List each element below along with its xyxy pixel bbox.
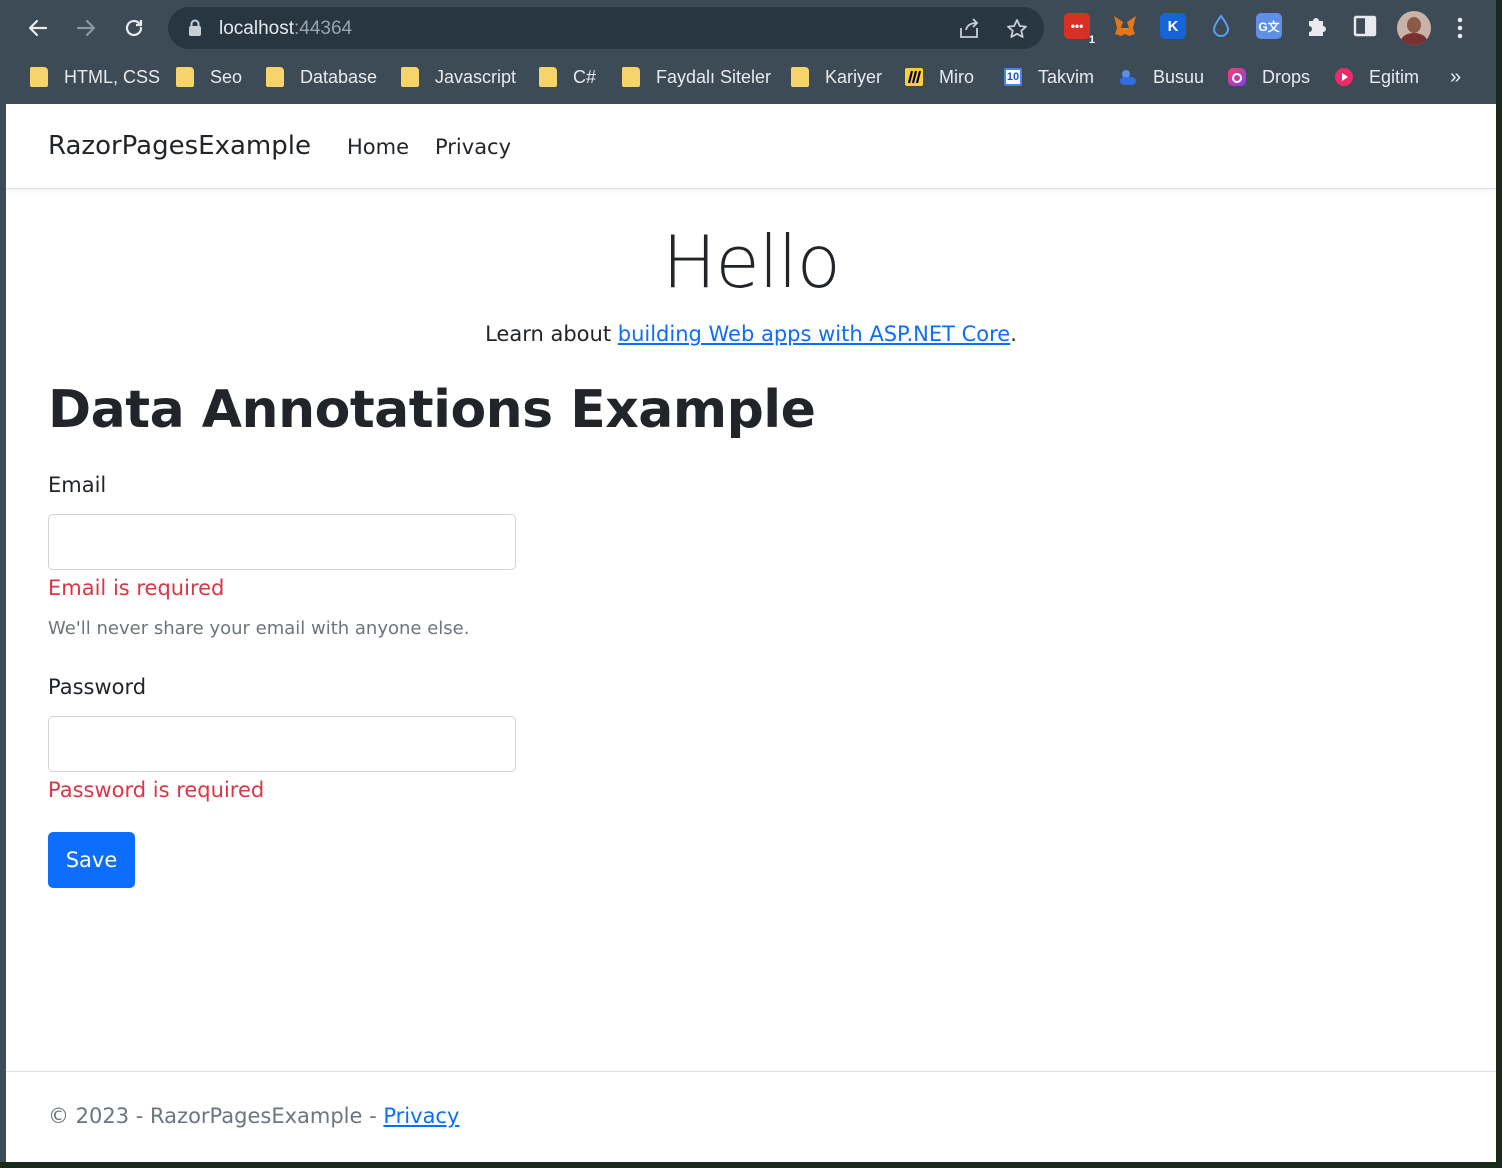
- calendar-icon: 10: [1004, 68, 1022, 86]
- extension-todo-icon[interactable]: ••• 1: [1064, 13, 1095, 46]
- drops-icon: [1228, 68, 1246, 86]
- bookmarks-overflow-icon[interactable]: »: [1450, 66, 1461, 89]
- busuu-icon: [1119, 68, 1137, 86]
- email-error: Email is required: [48, 576, 225, 600]
- bookmark-item[interactable]: Faydalı Siteler: [622, 63, 771, 91]
- share-icon[interactable]: [956, 16, 982, 42]
- nav-link-privacy[interactable]: Privacy: [435, 135, 511, 159]
- nav-link-home[interactable]: Home: [347, 135, 409, 159]
- profile-avatar[interactable]: [1397, 11, 1431, 45]
- forward-icon[interactable]: [70, 12, 102, 44]
- browser-window: localhost:44364 ••• 1 K G文 HTML, CSS Seo…: [0, 0, 1496, 1162]
- hero-title: Hello: [662, 220, 841, 304]
- bookmarks-bar: HTML, CSS Seo Database Javascript C# Fay…: [0, 56, 1496, 98]
- bookmark-item[interactable]: Busuu: [1119, 63, 1204, 91]
- bookmark-item[interactable]: Drops: [1228, 63, 1310, 91]
- navbar-brand[interactable]: RazorPagesExample: [48, 131, 311, 161]
- reload-icon[interactable]: [118, 12, 150, 44]
- hero-learn-text: Learn about building Web apps with ASP.N…: [485, 322, 1017, 346]
- email-label: Email: [48, 473, 107, 497]
- bookmark-star-icon[interactable]: [1004, 16, 1030, 42]
- browser-toolbar: localhost:44364 ••• 1 K G文: [0, 0, 1496, 56]
- miro-icon: [905, 68, 923, 86]
- extensions-puzzle-icon[interactable]: [1304, 13, 1330, 39]
- folder-icon: [176, 67, 194, 87]
- footer-privacy-link[interactable]: Privacy: [383, 1104, 459, 1128]
- aspnet-docs-link[interactable]: building Web apps with ASP.NET Core: [618, 322, 1010, 346]
- folder-icon: [791, 67, 809, 87]
- bookmark-item[interactable]: Egitim: [1335, 63, 1419, 91]
- password-error: Password is required: [48, 778, 265, 802]
- folder-icon: [266, 67, 284, 87]
- footer-text: © 2023 - RazorPagesExample - Privacy: [48, 1104, 460, 1128]
- folder-icon: [622, 67, 640, 87]
- bookmark-item[interactable]: HTML, CSS: [30, 63, 160, 91]
- folder-icon: [539, 67, 557, 87]
- play-icon: [1335, 68, 1353, 86]
- save-button[interactable]: Save: [48, 832, 135, 888]
- menu-kebab-icon[interactable]: [1444, 12, 1476, 44]
- side-panel-icon[interactable]: [1352, 13, 1378, 39]
- translate-icon[interactable]: G文: [1256, 13, 1282, 39]
- metamask-icon[interactable]: [1112, 13, 1138, 39]
- bookmark-item[interactable]: C#: [539, 63, 596, 91]
- k-extension-icon[interactable]: K: [1160, 13, 1186, 39]
- bookmark-item[interactable]: Database: [266, 63, 377, 91]
- url-text[interactable]: localhost:44364: [219, 18, 352, 40]
- password-field[interactable]: [48, 716, 516, 772]
- email-help-text: We'll never share your email with anyone…: [48, 618, 470, 639]
- web-page: RazorPagesExample Home Privacy Hello Lea…: [6, 104, 1496, 1162]
- drop-icon[interactable]: [1208, 13, 1234, 39]
- lock-icon[interactable]: [188, 19, 202, 42]
- bookmark-item[interactable]: 10 Takvim: [1004, 63, 1094, 91]
- folder-icon: [30, 67, 48, 87]
- bookmark-item[interactable]: Javascript: [401, 63, 516, 91]
- folder-icon: [401, 67, 419, 87]
- address-bar[interactable]: localhost:44364: [168, 7, 1044, 49]
- email-field[interactable]: [48, 514, 516, 570]
- bookmark-item[interactable]: Kariyer: [791, 63, 882, 91]
- form-heading: Data Annotations Example: [48, 380, 816, 440]
- bookmark-item[interactable]: Seo: [176, 63, 242, 91]
- site-navbar: RazorPagesExample Home Privacy: [6, 104, 1496, 189]
- password-label: Password: [48, 675, 147, 699]
- site-footer: © 2023 - RazorPagesExample - Privacy: [6, 1071, 1496, 1162]
- back-icon[interactable]: [22, 12, 54, 44]
- bookmark-item[interactable]: Miro: [905, 63, 974, 91]
